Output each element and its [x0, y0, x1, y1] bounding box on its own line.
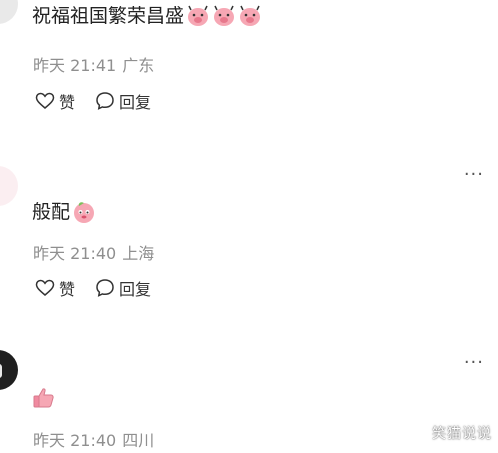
more-options-button[interactable]: ···	[464, 164, 484, 185]
comment-location: 广东	[122, 56, 155, 75]
comment-bubble-icon	[96, 92, 114, 110]
thumbs-up-emoji	[33, 388, 54, 408]
like-button[interactable]: 赞	[35, 89, 75, 113]
comment-meta: 昨天 21:40 四川	[33, 427, 154, 451]
reply-button[interactable]: 回复	[95, 276, 151, 300]
comment-body: 般配	[32, 201, 71, 223]
heart-icon	[35, 279, 55, 296]
reply-button[interactable]: 回复	[95, 89, 151, 113]
avatar[interactable]	[0, 166, 18, 206]
avatar[interactable]	[0, 0, 18, 24]
like-button[interactable]: 赞	[35, 276, 75, 300]
comment-bubble-icon	[96, 279, 114, 297]
reply-label: 回复	[119, 93, 152, 112]
reply-label: 回复	[119, 280, 152, 299]
comment-text	[32, 386, 56, 410]
comment-meta: 昨天 21:41 广东	[33, 52, 154, 76]
pig-face-emoji	[214, 5, 235, 26]
comment-location: 上海	[122, 244, 155, 263]
comment-actions: 赞 回复	[35, 276, 151, 300]
avatar[interactable]	[0, 350, 18, 390]
comment-actions: 赞 回复	[35, 89, 151, 113]
comment-time: 昨天 21:41	[33, 56, 117, 75]
comment-time: 昨天 21:40	[33, 431, 117, 450]
comment-body: 祝福祖国繁荣昌盛	[32, 5, 185, 27]
comment-location: 四川	[122, 431, 155, 450]
like-label: 赞	[59, 93, 76, 112]
pig-face-emoji	[240, 5, 261, 26]
more-options-button[interactable]: ···	[464, 352, 484, 373]
pig-face-emoji	[188, 5, 209, 26]
comment-text: 祝福祖国繁荣昌盛	[32, 4, 262, 28]
comment-time: 昨天 21:40	[33, 244, 117, 263]
comment-text: 般配	[32, 200, 96, 224]
comment-meta: 昨天 21:40 上海	[33, 240, 154, 264]
peach-face-emoji	[74, 202, 95, 223]
like-label: 赞	[59, 280, 76, 299]
watermark: 笑猫说说	[432, 426, 492, 442]
heart-icon	[35, 92, 55, 109]
